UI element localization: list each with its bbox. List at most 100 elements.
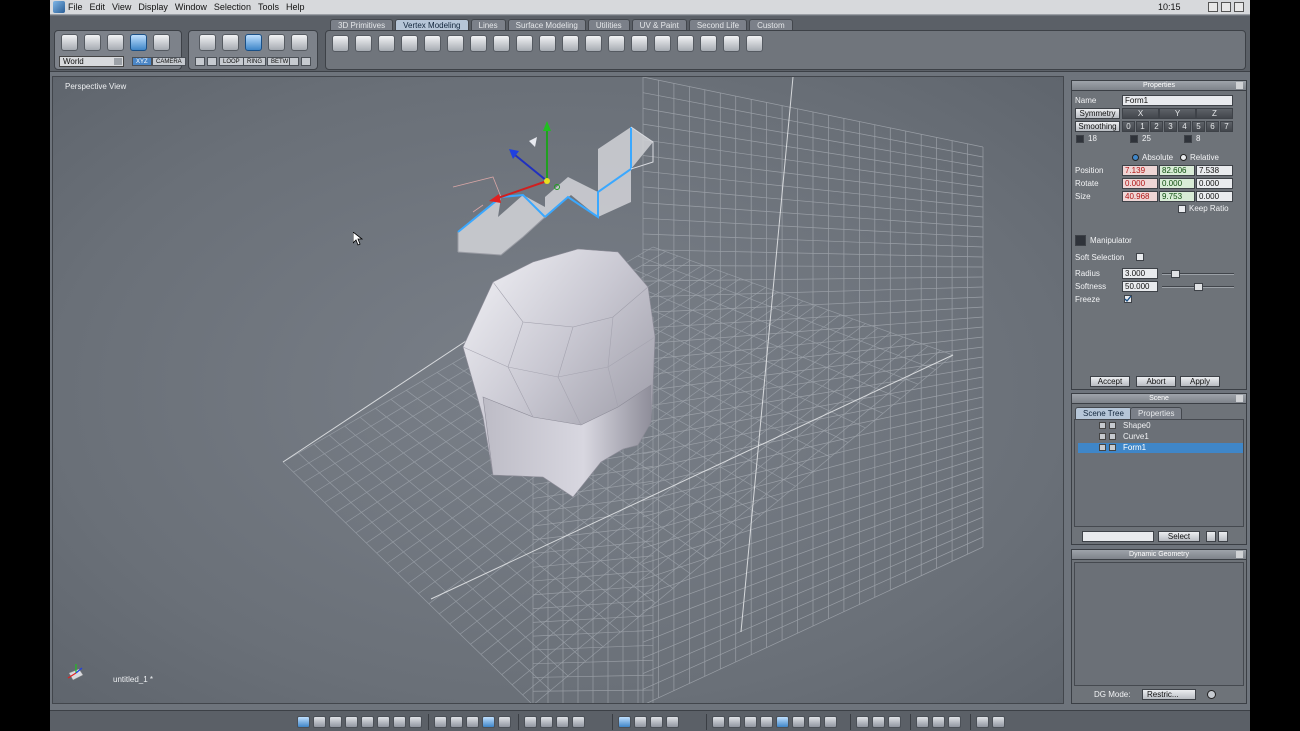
smoothing-2[interactable]: 2 <box>1150 121 1163 132</box>
menu-tools[interactable]: Tools <box>258 2 279 12</box>
environment-icon[interactable] <box>872 716 885 728</box>
keep-ratio-checkbox[interactable] <box>1178 205 1186 213</box>
size-z-field[interactable]: 0.000 <box>1196 191 1233 202</box>
tree-item-curve1[interactable]: Curve1 <box>1078 432 1243 442</box>
knife-tool-icon[interactable] <box>562 35 579 52</box>
menu-window[interactable]: Window <box>175 2 207 12</box>
menu-view[interactable]: View <box>112 2 131 12</box>
menu-display[interactable]: Display <box>138 2 168 12</box>
rotate-camera-icon[interactable] <box>634 716 647 728</box>
visibility-icon[interactable] <box>1099 433 1106 440</box>
menu-edit[interactable]: Edit <box>90 2 106 12</box>
rendered-icon[interactable] <box>808 716 821 728</box>
edge-mode-icon[interactable] <box>245 34 262 51</box>
object-mode-icon[interactable] <box>199 34 216 51</box>
wire-overlay-icon[interactable] <box>482 716 495 728</box>
vertex-mode-icon[interactable] <box>268 34 285 51</box>
select-box-icon[interactable] <box>948 716 961 728</box>
menu-file[interactable]: File <box>68 2 83 12</box>
perspective-viewport[interactable]: Perspective View untitled_1 * <box>52 76 1064 704</box>
tab-scene-tree[interactable]: Scene Tree <box>1075 407 1132 419</box>
camera-tool-icon[interactable] <box>932 716 945 728</box>
smooth-shade-icon[interactable] <box>776 716 789 728</box>
lock-icon[interactable] <box>1109 444 1116 451</box>
name-field[interactable]: Form1 <box>1122 95 1233 106</box>
smoothing-4[interactable]: 4 <box>1178 121 1191 132</box>
chevron-up-icon[interactable] <box>1218 531 1228 542</box>
material-icon[interactable] <box>856 716 869 728</box>
fit-view-icon[interactable] <box>524 716 537 728</box>
menu-help[interactable]: Help <box>286 2 305 12</box>
eye-icon[interactable] <box>572 716 585 728</box>
rotate-y-field[interactable]: 0.000 <box>1159 178 1195 189</box>
split-v-view-icon[interactable] <box>361 716 374 728</box>
point-mode-icon[interactable] <box>291 34 308 51</box>
close-icon[interactable] <box>1236 551 1243 558</box>
close-icon[interactable] <box>1236 395 1243 402</box>
soft-selection-checkbox[interactable] <box>1136 253 1144 261</box>
mirror-tool-icon[interactable] <box>677 35 694 52</box>
collapse-tool-icon[interactable] <box>516 35 533 52</box>
radius-field[interactable]: 3.000 <box>1122 268 1158 279</box>
head-mesh[interactable] <box>462 248 656 498</box>
relative-radio[interactable] <box>1180 154 1187 161</box>
position-z-field[interactable]: 7.538 <box>1196 165 1233 176</box>
single-view-icon[interactable] <box>297 716 310 728</box>
object-manipulator-icon[interactable] <box>130 34 147 51</box>
smoothing-0[interactable]: 0 <box>1122 121 1135 132</box>
position-x-field[interactable]: 7.139 <box>1122 165 1158 176</box>
abort-button[interactable]: Abort <box>1136 376 1176 387</box>
move-camera-icon[interactable] <box>618 716 631 728</box>
snapshot-camera-icon[interactable] <box>992 716 1005 728</box>
connect-tool-icon[interactable] <box>539 35 556 52</box>
coord-space-select[interactable]: World <box>59 56 124 67</box>
wireframe-sphere-icon[interactable] <box>712 716 725 728</box>
tree-item-form1[interactable]: Form1 <box>1078 443 1243 453</box>
softness-slider-knob[interactable] <box>1194 283 1203 291</box>
subdivide-tool-icon[interactable] <box>746 35 763 52</box>
absolute-radio[interactable] <box>1132 154 1139 161</box>
inset-tool-icon[interactable] <box>378 35 395 52</box>
sweep-tool-icon[interactable] <box>608 35 625 52</box>
paint-select-icon[interactable] <box>107 34 124 51</box>
radius-slider[interactable] <box>1162 270 1234 278</box>
brush-icon[interactable] <box>195 57 205 66</box>
position-y-field[interactable]: 82.606 <box>1159 165 1195 176</box>
pan-camera-icon[interactable] <box>666 716 679 728</box>
zoom-icon[interactable] <box>556 716 569 728</box>
visibility-icon[interactable] <box>1099 444 1106 451</box>
select-tool-icon[interactable] <box>61 34 78 51</box>
table-icon[interactable] <box>498 716 511 728</box>
dg-mode-select[interactable]: Restric... <box>1142 689 1196 700</box>
light-icon[interactable] <box>888 716 901 728</box>
bridge-tool-icon[interactable] <box>470 35 487 52</box>
rotate-x-field[interactable]: 0.000 <box>1122 178 1158 189</box>
shrink-select-icon[interactable] <box>301 57 311 66</box>
freeze-checkbox[interactable] <box>1124 295 1132 303</box>
split-tool-icon[interactable] <box>401 35 418 52</box>
two-view-icon[interactable] <box>393 716 406 728</box>
symmetry-y[interactable]: Y <box>1159 108 1196 119</box>
softness-field[interactable]: 50.000 <box>1122 281 1158 292</box>
flat-shade-icon[interactable] <box>744 716 757 728</box>
gouraud-icon[interactable] <box>760 716 773 728</box>
wand-icon[interactable] <box>207 57 217 66</box>
xyz-toggle[interactable]: XYZ <box>132 57 152 66</box>
tree-item-shape0[interactable]: Shape0 <box>1078 421 1243 431</box>
chamfer-tool-icon[interactable] <box>447 35 464 52</box>
lathe-tool-icon[interactable] <box>585 35 602 52</box>
tab-scene-properties[interactable]: Properties <box>1130 407 1183 419</box>
textured-icon[interactable] <box>792 716 805 728</box>
grow-select-icon[interactable] <box>289 57 299 66</box>
accept-button[interactable]: Accept <box>1090 376 1130 387</box>
loop-button[interactable]: LOOP <box>219 57 244 66</box>
smoothing-1[interactable]: 1 <box>1136 121 1149 132</box>
snap-icon[interactable] <box>450 716 463 728</box>
transform-gizmo[interactable] <box>489 121 560 203</box>
lock-icon[interactable] <box>1109 422 1116 429</box>
apply-button[interactable]: Apply <box>1180 376 1220 387</box>
add-tool-icon[interactable] <box>723 35 740 52</box>
grid-toggle-icon[interactable] <box>434 716 447 728</box>
scene-search-field[interactable] <box>1082 531 1154 542</box>
softness-slider[interactable] <box>1162 283 1234 291</box>
